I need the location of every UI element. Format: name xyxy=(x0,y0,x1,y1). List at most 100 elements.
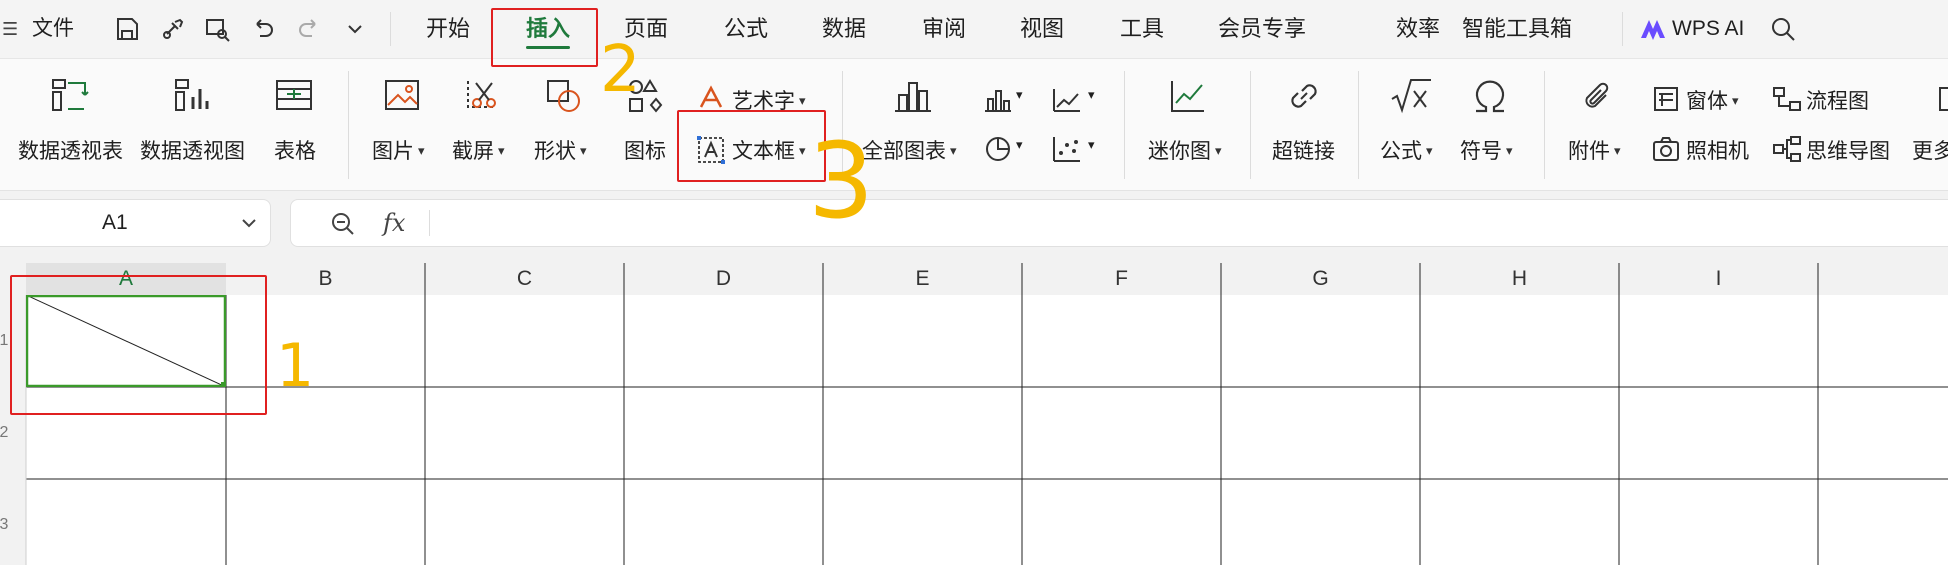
zoom-icon[interactable] xyxy=(329,210,357,238)
screenshot-label: 截屏 xyxy=(452,140,494,163)
form-label: 窗体 xyxy=(1686,90,1728,113)
tab-member[interactable]: 会员专享 xyxy=(1218,0,1306,58)
chevron-down-icon: ▾ xyxy=(1506,143,1513,158)
flowchart-icon xyxy=(1773,87,1801,111)
divider xyxy=(1124,71,1125,179)
fx-icon[interactable]: fx xyxy=(383,200,405,246)
chevron-down-icon[interactable] xyxy=(240,214,258,232)
formula-button[interactable]: 公式 ▾ xyxy=(1380,135,1433,165)
hyperlink-button[interactable]: 超链接 xyxy=(1272,135,1335,165)
tab-efficiency[interactable]: 效率 xyxy=(1396,0,1440,58)
annotation-step-3: 3 xyxy=(808,120,875,242)
pivot-chart-icon xyxy=(175,79,209,111)
highlight-textbox-button xyxy=(677,110,826,182)
pie-chart-icon[interactable] xyxy=(984,135,1012,163)
pivot-table-button[interactable]: 数据透视表 xyxy=(18,135,123,165)
divider xyxy=(429,210,430,236)
square-root-icon xyxy=(1391,79,1431,114)
omega-icon xyxy=(1475,80,1505,113)
redo-icon[interactable] xyxy=(294,14,324,44)
icon-button[interactable]: 图标 xyxy=(624,135,666,165)
formula-input[interactable]: fx xyxy=(290,199,1948,247)
chevron-down-icon: ▾ xyxy=(950,143,957,158)
file-menu[interactable]: 文件 xyxy=(32,0,74,58)
format-painter-icon[interactable] xyxy=(158,14,188,44)
chevron-down-icon: ▾ xyxy=(1426,143,1433,158)
chevron-down-icon: ▾ xyxy=(1614,143,1621,158)
tab-home[interactable]: 开始 xyxy=(426,0,470,58)
highlight-insert-tab xyxy=(491,8,598,67)
mindmap-button[interactable]: 思维导图 xyxy=(1806,135,1890,165)
chevron-down-icon: ▾ xyxy=(799,93,806,108)
chevron-down-icon: ▾ xyxy=(498,143,505,158)
tab-formula[interactable]: 公式 xyxy=(724,0,768,58)
picture-label: 图片 xyxy=(372,140,414,163)
wps-ai-button[interactable]: WPS AI xyxy=(1672,0,1744,58)
formula-label: 公式 xyxy=(1380,140,1422,163)
camera-button[interactable]: 照相机 xyxy=(1686,135,1749,165)
chevron-down-icon[interactable]: ▾ xyxy=(1088,87,1095,103)
scatter-chart-icon[interactable] xyxy=(1052,135,1082,163)
name-box[interactable]: A1 xyxy=(0,199,271,247)
picture-button[interactable]: 图片 ▾ xyxy=(372,135,425,165)
form-icon xyxy=(1654,87,1678,111)
menu-bar: ☰ 文件 开始 插入 页面 公式 数据 审阅 视图 工具 会员专享 效率 智能工… xyxy=(0,0,1948,59)
more-button[interactable]: 更多 xyxy=(1912,135,1948,165)
shape-button[interactable]: 形状 ▾ xyxy=(534,135,587,165)
table-icon xyxy=(276,80,312,110)
tab-view[interactable]: 视图 xyxy=(1020,0,1064,58)
sparkline-button[interactable]: 迷你图 ▾ xyxy=(1148,135,1222,165)
cell-reference: A1 xyxy=(102,211,128,234)
paperclip-icon xyxy=(1585,82,1609,108)
form-button[interactable]: 窗体 ▾ xyxy=(1686,85,1739,115)
divider xyxy=(1544,71,1545,179)
tab-tools[interactable]: 工具 xyxy=(1120,0,1164,58)
mindmap-icon xyxy=(1773,136,1801,162)
spreadsheet-grid: A B C D E F G H I J 1 2 3 xyxy=(0,263,1948,565)
screenshot-button[interactable]: 截屏 ▾ xyxy=(452,135,505,165)
chevron-down-icon: ▾ xyxy=(1215,143,1222,158)
all-charts-label: 全部图表 xyxy=(862,140,946,163)
attachment-button[interactable]: 附件 ▾ xyxy=(1568,135,1621,165)
chevron-down-icon[interactable] xyxy=(340,14,370,44)
symbol-label: 符号 xyxy=(1460,140,1502,163)
symbol-button[interactable]: 符号 ▾ xyxy=(1460,135,1513,165)
link-icon xyxy=(1291,84,1317,108)
ribbon: 数据透视表 数据透视图 表格 图片 ▾ 截屏 ▾ 形状 ▾ 图标 艺术字 ▾ 文本框 ▾ … xyxy=(0,59,1948,191)
more-icon xyxy=(1939,87,1948,111)
divider xyxy=(1250,71,1251,179)
highlight-cell-a1 xyxy=(10,275,267,415)
line-chart-icon[interactable] xyxy=(1052,87,1082,113)
save-icon[interactable] xyxy=(112,14,142,44)
bar-chart-icon xyxy=(895,82,931,112)
chevron-down-icon[interactable]: ▾ xyxy=(1016,87,1023,103)
camera-icon xyxy=(1653,137,1679,161)
print-preview-icon[interactable] xyxy=(202,14,232,44)
tab-smart-toolbox[interactable]: 智能工具箱 xyxy=(1462,0,1572,58)
annotation-step-2: 2 xyxy=(600,33,641,107)
search-icon[interactable] xyxy=(1768,14,1798,44)
tab-review[interactable]: 审阅 xyxy=(922,0,966,58)
divider xyxy=(1358,71,1359,179)
pivot-chart-button[interactable]: 数据透视图 xyxy=(140,135,245,165)
shape-label: 形状 xyxy=(534,140,576,163)
chevron-down-icon: ▾ xyxy=(1732,93,1739,108)
divider xyxy=(1622,12,1623,46)
all-charts-button[interactable]: 全部图表 ▾ xyxy=(862,135,957,165)
tab-data[interactable]: 数据 xyxy=(822,0,866,58)
formula-bar: A1 fx xyxy=(0,191,1948,263)
sparkline-icon xyxy=(1171,81,1204,112)
wordart-icon xyxy=(699,85,723,108)
picture-icon xyxy=(385,80,419,110)
hamburger-menu-icon[interactable]: ☰ xyxy=(2,0,18,58)
column-chart-icon[interactable] xyxy=(984,87,1012,113)
table-button[interactable]: 表格 xyxy=(274,135,316,165)
undo-icon[interactable] xyxy=(248,14,278,44)
chevron-down-icon[interactable]: ▾ xyxy=(1088,137,1095,153)
chevron-down-icon: ▾ xyxy=(418,143,425,158)
wps-ai-logo-icon xyxy=(1641,20,1665,40)
flowchart-button[interactable]: 流程图 xyxy=(1806,85,1869,115)
annotation-step-1: 1 xyxy=(276,331,315,401)
divider xyxy=(348,71,349,179)
chevron-down-icon[interactable]: ▾ xyxy=(1016,137,1023,153)
